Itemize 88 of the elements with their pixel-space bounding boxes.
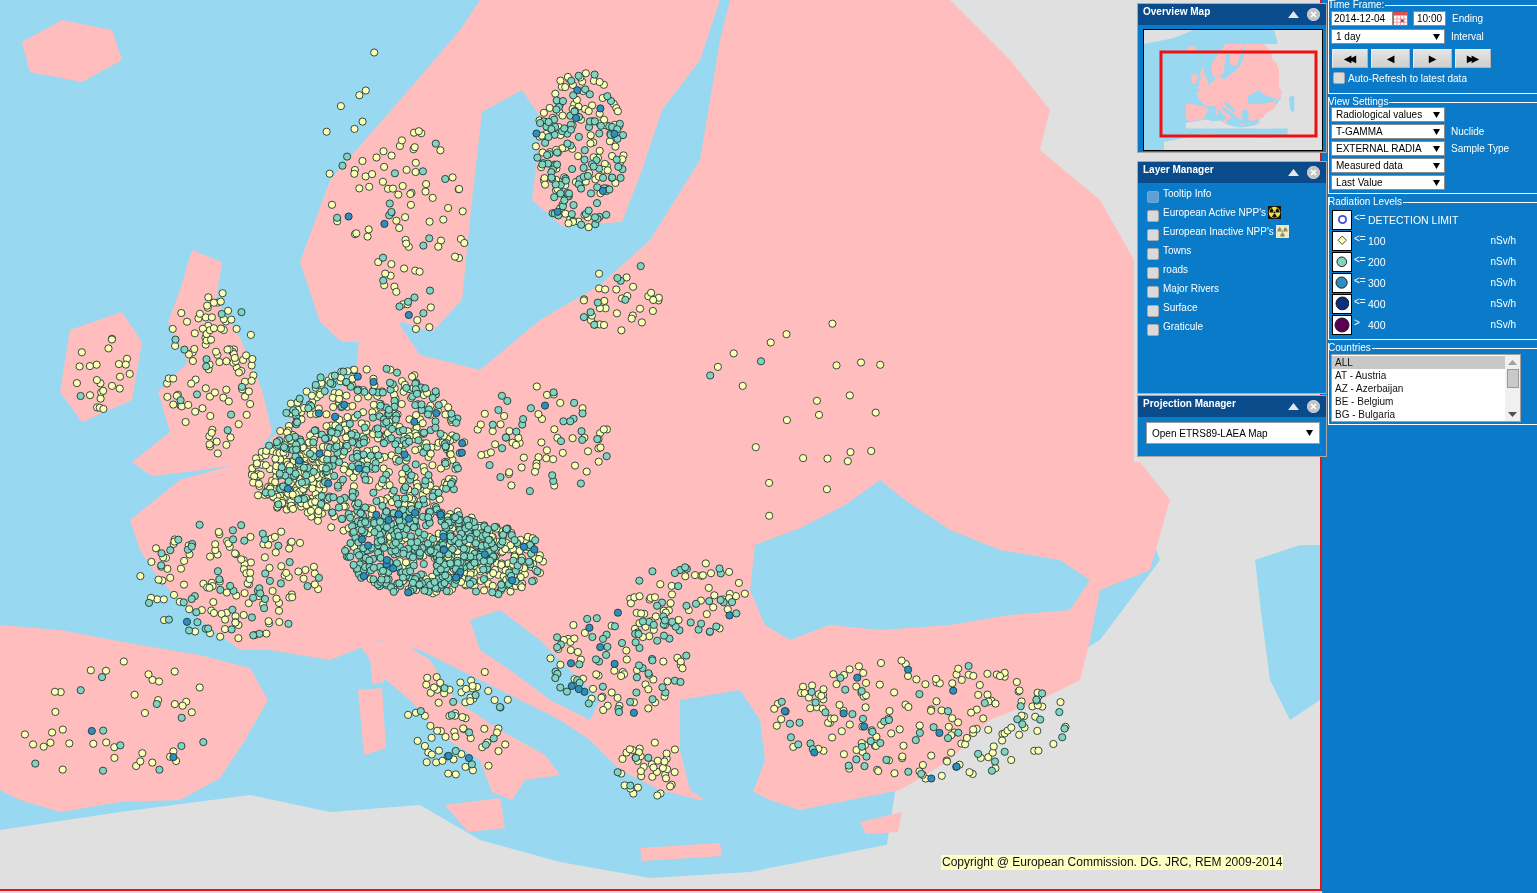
panel-title: Layer Manager: [1143, 163, 1215, 175]
comparison-sign: <=: [1354, 295, 1367, 307]
comparison-sign: >: [1354, 316, 1361, 328]
scrollbar[interactable]: [1505, 355, 1520, 421]
radiation-icon: [1275, 225, 1289, 238]
map-extent-rectangle[interactable]: [1159, 50, 1318, 138]
time-field[interactable]: 10:00: [1413, 11, 1446, 26]
dropdown-arrow-icon[interactable]: [1433, 145, 1440, 152]
fast-forward-button[interactable]: ▶▶: [1455, 49, 1491, 68]
date-field[interactable]: 2014-12-04: [1331, 11, 1393, 26]
field-label: Interval: [1451, 31, 1484, 42]
country-option[interactable]: AT - Austria: [1332, 369, 1505, 382]
layer-label: Graticule: [1163, 320, 1203, 333]
level-threshold: 400: [1368, 318, 1387, 331]
layer-label: Major Rivers: [1163, 282, 1220, 295]
level-threshold: 300: [1368, 276, 1387, 289]
settings-dropdown[interactable]: Radiological values: [1331, 107, 1445, 122]
layer-label: European Active NPP's: [1163, 206, 1267, 219]
copyright-notice: Copyright @ European Commission. DG. JRC, REM 2009-2014: [941, 855, 1284, 870]
interval-dropdown[interactable]: 1 day: [1331, 29, 1445, 44]
field-label: Nuclide: [1451, 126, 1485, 137]
layer-label: roads: [1163, 263, 1188, 276]
radiation-icon: [1268, 206, 1282, 219]
section-legend: Countries: [1328, 343, 1372, 353]
country-option[interactable]: ALL: [1332, 356, 1505, 369]
sardinia-land-area: [358, 688, 386, 755]
layer-label: Towns: [1163, 244, 1192, 257]
rewind-button[interactable]: ◀◀: [1332, 49, 1368, 68]
scrollbar-thumb[interactable]: [1506, 369, 1519, 388]
scroll-down-icon[interactable]: [1508, 412, 1517, 417]
comparison-sign: <=: [1354, 232, 1367, 244]
panel-title: Overview Map: [1143, 5, 1212, 17]
layer-checkbox[interactable]: [1147, 210, 1159, 222]
section-legend: Time Frame:: [1328, 0, 1386, 10]
projection-dropdown[interactable]: Open ETRS89-LAEA Map: [1146, 422, 1320, 444]
dropdown-arrow-icon[interactable]: [1433, 111, 1440, 118]
comparison-sign: <=: [1354, 274, 1367, 286]
layer-label: Tooltip Info: [1163, 187, 1212, 200]
unit-label: nSv/h: [1490, 319, 1516, 330]
dropdown-arrow-icon[interactable]: [1433, 33, 1440, 40]
unit-label: nSv/h: [1490, 298, 1516, 309]
dropdown-arrow-icon[interactable]: [1433, 162, 1440, 169]
country-option[interactable]: AZ - Azerbaijan: [1332, 382, 1505, 395]
settings-dropdown[interactable]: Measured data: [1331, 158, 1445, 173]
layer-checkbox[interactable]: [1147, 286, 1159, 298]
layer-checkbox[interactable]: [1147, 267, 1159, 279]
close-icon[interactable]: [1307, 8, 1320, 21]
comparison-sign: <=: [1354, 253, 1367, 265]
sicily-land-area: [445, 798, 505, 832]
close-icon[interactable]: [1307, 400, 1320, 413]
dropdown-arrow-icon[interactable]: [1433, 128, 1440, 135]
auto-refresh-checkbox[interactable]: [1333, 72, 1345, 84]
unit-label: nSv/h: [1490, 277, 1516, 288]
country-option[interactable]: BE - Belgium: [1332, 395, 1505, 408]
level-threshold: 400: [1368, 297, 1387, 310]
layer-label: Surface: [1163, 301, 1198, 314]
level-threshold: 200: [1368, 255, 1387, 268]
country-option[interactable]: BG - Bulgaria: [1332, 408, 1505, 421]
comparison-sign: <=: [1354, 211, 1367, 223]
calendar-icon[interactable]: [1393, 11, 1408, 26]
cyprus-land-area: [860, 812, 902, 834]
level-threshold: 100: [1368, 234, 1387, 247]
panel-title: Projection Manager: [1143, 397, 1237, 409]
collapse-icon[interactable]: [1288, 403, 1299, 410]
unit-label: nSv/h: [1490, 256, 1516, 267]
field-label: Sample Type: [1451, 143, 1510, 154]
field-label: Ending: [1452, 13, 1484, 24]
layer-label: European Inactive NPP's: [1163, 225, 1274, 238]
step-back-button[interactable]: ◀: [1371, 49, 1410, 68]
step-forward-button[interactable]: ▶: [1413, 49, 1452, 68]
collapse-icon[interactable]: [1288, 169, 1299, 176]
section-legend: Radiation Levels: [1328, 197, 1403, 207]
layer-checkbox[interactable]: [1147, 229, 1159, 241]
level-threshold: DETECTION LIMIT: [1368, 213, 1460, 226]
layer-checkbox[interactable]: [1147, 324, 1159, 336]
unit-label: nSv/h: [1490, 235, 1516, 246]
settings-dropdown[interactable]: T-GAMMA: [1331, 124, 1445, 139]
collapse-icon[interactable]: [1288, 11, 1299, 18]
close-icon[interactable]: [1307, 166, 1320, 179]
checkbox-label: Auto-Refresh to latest data: [1348, 72, 1467, 84]
settings-dropdown[interactable]: EXTERNAL RADIA: [1331, 141, 1445, 156]
layer-checkbox[interactable]: [1147, 305, 1159, 317]
section-legend: View Settings: [1328, 97, 1390, 107]
dropdown-arrow-icon[interactable]: [1433, 179, 1440, 186]
countries-listbox[interactable]: ALL AT - Austria AZ - Azerbaijan BE - Belgium BG - Bulgaria: [1331, 354, 1521, 422]
layer-checkbox[interactable]: [1147, 248, 1159, 260]
dropdown-arrow-icon[interactable]: [1306, 430, 1313, 436]
settings-dropdown[interactable]: Last Value: [1331, 175, 1445, 190]
